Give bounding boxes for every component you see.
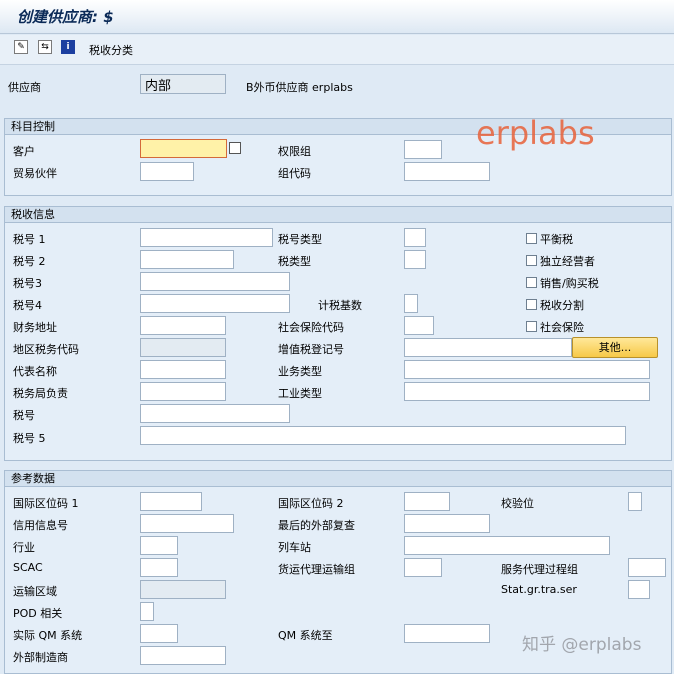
tax-office-input[interactable] — [140, 382, 226, 401]
trading-partner-input[interactable] — [140, 162, 194, 181]
last-ext-review-label: 最后的外部复查 — [278, 519, 355, 532]
region-tax-code-label: 地区税务代码 — [13, 343, 79, 356]
transport-zone-label: 运输区域 — [13, 585, 57, 598]
vendor-field: 内部 — [140, 74, 226, 94]
trading-partner-label: 贸易伙伴 — [13, 167, 57, 180]
tax3-label: 税号3 — [13, 277, 42, 290]
group-code-input[interactable] — [404, 162, 490, 181]
tax-split-checkbox[interactable] — [526, 299, 537, 310]
tax5-label: 税号 5 — [13, 432, 46, 445]
rep-name-input[interactable] — [140, 360, 226, 379]
page-title: 创建供应商: $ — [17, 8, 114, 26]
tax4-label: 税号4 — [13, 299, 42, 312]
rep-name-label: 代表名称 — [13, 365, 57, 378]
intl-loc2-input[interactable] — [404, 492, 450, 511]
info-icon[interactable]: i — [61, 40, 75, 54]
sole-proprietor-checkbox[interactable] — [526, 255, 537, 266]
tax-office-label: 税务局负责 — [13, 387, 68, 400]
actual-qm-label: 实际 QM 系统 — [13, 629, 83, 642]
vat-reg-no-label: 增值税登记号 — [278, 343, 344, 356]
customer-input[interactable] — [140, 139, 227, 158]
last-ext-review-input[interactable] — [404, 514, 490, 533]
scac-label: SCAC — [13, 561, 43, 574]
tax4-input[interactable] — [140, 294, 290, 313]
intl-loc1-input[interactable] — [140, 492, 202, 511]
watermark-erplabs: erplabs — [476, 114, 595, 152]
zhihu-watermark: 知乎 @erplabs — [522, 635, 642, 655]
service-agent-proc-label: 服务代理过程组 — [501, 563, 578, 576]
social-ins-code-input[interactable] — [404, 316, 434, 335]
equalization-tax-label: 平衡税 — [540, 233, 573, 246]
intl-loc2-label: 国际区位码 2 — [278, 497, 344, 510]
intl-loc1-label: 国际区位码 1 — [13, 497, 79, 510]
other-object-icon[interactable]: ⇆ — [38, 40, 52, 54]
pod-rel-label: POD 相关 — [13, 607, 63, 620]
pod-rel-input[interactable] — [140, 602, 154, 621]
tax5-input[interactable] — [140, 426, 626, 445]
tax-split-label: 税收分割 — [540, 299, 584, 312]
fiscal-address-label: 财务地址 — [13, 321, 57, 334]
actual-qm-input[interactable] — [140, 624, 178, 643]
tax-type-label: 税类型 — [278, 255, 311, 268]
reference-header: 参考数据 — [5, 471, 671, 487]
auth-group-label: 权限组 — [278, 145, 311, 158]
tax-category-button[interactable]: 税收分类 — [89, 42, 133, 58]
customer-label: 客户 — [13, 145, 35, 158]
check-digit-label: 校验位 — [501, 497, 534, 510]
social-ins-code-label: 社会保险代码 — [278, 321, 344, 334]
service-agent-proc-input[interactable] — [628, 558, 666, 577]
ext-manufacturer-input[interactable] — [140, 646, 226, 665]
vendor-name: B外币供应商 erplabs — [246, 81, 353, 94]
train-station-label: 列车站 — [278, 541, 311, 554]
vat-reg-no-input[interactable] — [404, 338, 572, 357]
industry-type-input[interactable] — [404, 382, 650, 401]
fiscal-address-input[interactable] — [140, 316, 226, 335]
social-insurance-checkbox[interactable] — [526, 321, 537, 332]
tax3-input[interactable] — [140, 272, 290, 291]
other-button[interactable]: 其他... — [572, 337, 658, 358]
qm-system-to-input[interactable] — [404, 624, 490, 643]
train-station-input[interactable] — [404, 536, 610, 555]
group-code-label: 组代码 — [278, 167, 311, 180]
industry-type-label: 工业类型 — [278, 387, 322, 400]
tax2-label: 税号 2 — [13, 255, 46, 268]
tax-no-type-input[interactable] — [404, 228, 426, 247]
stat-gr-label: Stat.gr.tra.ser — [501, 583, 577, 596]
tax-type-input[interactable] — [404, 250, 426, 269]
credit-info-label: 信用信息号 — [13, 519, 68, 532]
tax1-input[interactable] — [140, 228, 273, 247]
credit-info-input[interactable] — [140, 514, 234, 533]
industry-input[interactable] — [140, 536, 178, 555]
search-help-icon[interactable] — [229, 142, 241, 154]
tax1-label: 税号 1 — [13, 233, 46, 246]
qm-system-to-label: QM 系统至 — [278, 629, 333, 642]
stat-gr-input[interactable] — [628, 580, 650, 599]
transport-zone-field — [140, 580, 226, 599]
ext-manufacturer-label: 外部制造商 — [13, 651, 68, 664]
business-type-label: 业务类型 — [278, 365, 322, 378]
forwarding-group-label: 货运代理运输组 — [278, 563, 355, 576]
industry-label: 行业 — [13, 541, 35, 554]
vendor-label: 供应商 — [8, 81, 41, 94]
social-insurance-label: 社会保险 — [540, 321, 584, 334]
auth-group-input[interactable] — [404, 140, 442, 159]
tax-base-input[interactable] — [404, 294, 418, 313]
region-tax-code-field — [140, 338, 226, 357]
display-change-icon[interactable]: ✎ — [14, 40, 28, 54]
business-type-input[interactable] — [404, 360, 650, 379]
tax-info-header: 税收信息 — [5, 207, 671, 223]
check-digit-input[interactable] — [628, 492, 642, 511]
tax-base-label: 计税基数 — [318, 299, 362, 312]
tax-no-type-label: 税号类型 — [278, 233, 322, 246]
tax2-input[interactable] — [140, 250, 234, 269]
sales-purchase-tax-checkbox[interactable] — [526, 277, 537, 288]
forwarding-group-input[interactable] — [404, 558, 442, 577]
sole-proprietor-label: 独立经营者 — [540, 255, 595, 268]
sales-purchase-tax-label: 销售/购买税 — [540, 277, 599, 290]
tax-no-label: 税号 — [13, 409, 35, 422]
equalization-tax-checkbox[interactable] — [526, 233, 537, 244]
tax-no-input[interactable] — [140, 404, 290, 423]
scac-input[interactable] — [140, 558, 178, 577]
